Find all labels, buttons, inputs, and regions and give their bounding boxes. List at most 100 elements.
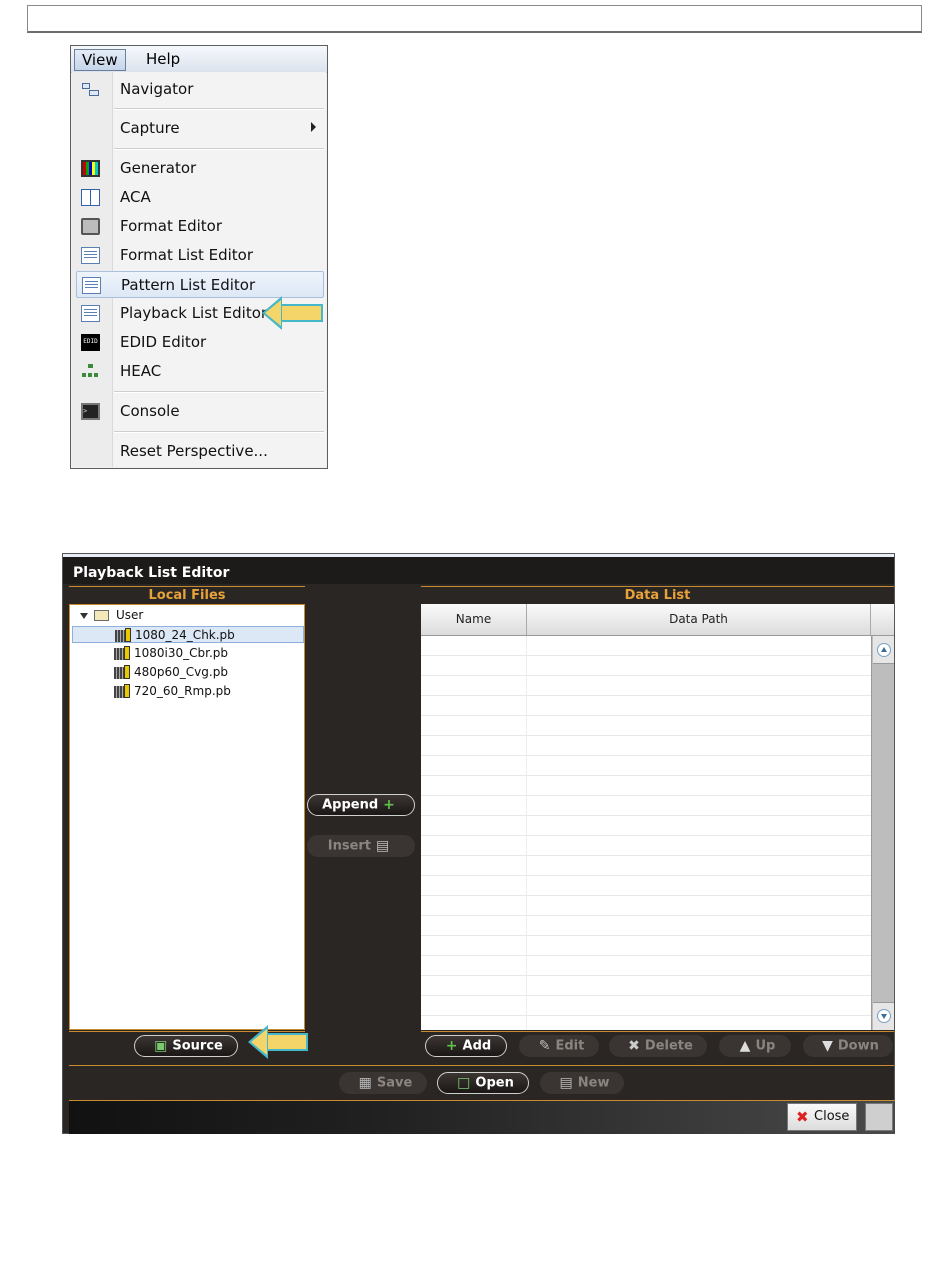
tree-file-item[interactable]: 480p60_Cvg.pb xyxy=(72,664,304,681)
menu-item-generator[interactable]: Generator xyxy=(76,155,324,182)
insert-button[interactable]: Insert ▤ xyxy=(307,835,415,857)
menu-item-navigator[interactable]: Navigator xyxy=(76,76,324,103)
menu-item-label: ACA xyxy=(120,188,151,206)
menu-item-pattern-list-editor[interactable]: Pattern List Editor xyxy=(76,271,324,298)
page-header-band xyxy=(27,5,922,33)
menu-separator xyxy=(114,108,324,110)
source-button[interactable]: ▣ Source xyxy=(134,1035,238,1057)
save-icon: ▦ xyxy=(358,1075,372,1091)
tree-folder-user[interactable]: User xyxy=(70,607,304,624)
menu-item-edid-editor[interactable]: EDID EDID Editor xyxy=(76,329,324,356)
new-button[interactable]: ▤ New xyxy=(540,1072,624,1094)
source-icon: ▣ xyxy=(154,1038,168,1054)
add-button[interactable]: + Add xyxy=(425,1035,507,1057)
column-separator xyxy=(526,636,527,1030)
delete-button-label: Delete xyxy=(644,1038,693,1054)
navigator-icon xyxy=(81,81,100,98)
scroll-up-icon[interactable] xyxy=(877,643,891,657)
tree-file-item[interactable]: 720_60_Rmp.pb xyxy=(72,683,304,700)
local-files-tree[interactable]: User 1080_24_Chk.pb 1080i30_Cbr.pb 480p6… xyxy=(69,604,305,1030)
new-file-icon: ▤ xyxy=(559,1075,573,1091)
tree-file-label: 1080_24_Chk.pb xyxy=(135,628,235,642)
close-button-label: Close xyxy=(814,1109,850,1124)
local-files-header: Local Files xyxy=(148,588,226,603)
menu-item-heac[interactable]: HEAC xyxy=(76,358,324,385)
edit-icon: ✎ xyxy=(538,1038,551,1054)
menu-item-console[interactable]: > Console xyxy=(76,398,324,425)
playback-file-icon xyxy=(114,665,132,679)
append-button[interactable]: Append + xyxy=(307,794,415,816)
open-button[interactable]: □ Open xyxy=(437,1072,529,1094)
menu-item-label: Playback List Editor xyxy=(120,304,268,322)
add-button-label: Add xyxy=(462,1038,492,1054)
insert-icon: ▤ xyxy=(376,838,390,854)
open-button-label: Open xyxy=(475,1075,514,1091)
view-menu-screenshot: View Help Navigator Capture Generator AC… xyxy=(70,45,328,469)
menu-item-label: Capture xyxy=(120,119,180,137)
aca-icon xyxy=(81,189,100,206)
menu-item-label: HEAC xyxy=(120,362,162,380)
edid-icon: EDID xyxy=(81,334,100,351)
data-list-header: Data List xyxy=(624,588,691,603)
data-list-table[interactable]: Name Data Path xyxy=(421,604,894,1030)
expand-triangle-icon[interactable] xyxy=(80,613,88,619)
menu-item-label: Pattern List Editor xyxy=(121,276,256,294)
menu-item-format-editor[interactable]: Format Editor xyxy=(76,213,324,240)
menu-item-label: Format List Editor xyxy=(120,246,254,264)
list-icon xyxy=(81,305,100,322)
heac-icon xyxy=(81,363,100,380)
menu-bar: View Help xyxy=(71,46,327,73)
list-icon xyxy=(82,277,101,294)
editor-status-bar xyxy=(69,1100,895,1134)
tree-file-label: 480p60_Cvg.pb xyxy=(134,665,228,679)
menu-item-format-list-editor[interactable]: Format List Editor xyxy=(76,242,324,269)
vertical-scrollbar[interactable] xyxy=(871,636,894,1030)
menu-item-capture[interactable]: Capture xyxy=(76,115,324,142)
playback-list-editor-window: Playback List Editor Local Files Data Li… xyxy=(62,553,895,1134)
delete-icon: ✖ xyxy=(628,1038,640,1054)
menu-view[interactable]: View xyxy=(74,49,126,71)
divider xyxy=(69,1065,894,1066)
tree-file-item[interactable]: 1080_24_Chk.pb xyxy=(72,626,304,643)
menu-help[interactable]: Help xyxy=(139,49,187,69)
new-button-label: New xyxy=(577,1075,610,1091)
table-body-empty-rows[interactable] xyxy=(421,636,871,1030)
column-header-name[interactable]: Name xyxy=(421,604,527,635)
column-header-data-path[interactable]: Data Path xyxy=(527,604,871,635)
delete-button[interactable]: ✖ Delete xyxy=(609,1035,707,1057)
up-button[interactable]: ▲ Up xyxy=(719,1035,791,1057)
editor-title: Playback List Editor xyxy=(73,565,230,581)
save-button[interactable]: ▦ Save xyxy=(339,1072,427,1094)
tree-file-label: 720_60_Rmp.pb xyxy=(134,684,231,698)
menu-separator xyxy=(114,431,324,433)
edit-button[interactable]: ✎ Edit xyxy=(519,1035,599,1057)
tree-folder-label: User xyxy=(116,608,144,622)
menu-item-label: EDID Editor xyxy=(120,333,207,351)
scroll-down-area[interactable] xyxy=(873,1002,894,1030)
close-button[interactable]: ✖ Close xyxy=(787,1103,857,1131)
playback-file-icon xyxy=(114,646,132,660)
down-button[interactable]: ▼ Down xyxy=(803,1035,893,1057)
submenu-arrow-icon xyxy=(311,122,316,132)
tree-file-item[interactable]: 1080i30_Cbr.pb xyxy=(72,645,304,662)
menu-item-label: Navigator xyxy=(120,80,194,98)
format-editor-icon xyxy=(81,218,100,235)
menu-item-reset-perspective[interactable]: Reset Perspective... xyxy=(76,438,324,465)
plus-icon: + xyxy=(383,797,395,813)
menu-item-label: Generator xyxy=(120,159,197,177)
scroll-up-area[interactable] xyxy=(873,636,894,664)
source-button-label: Source xyxy=(172,1038,223,1054)
console-icon: > xyxy=(81,403,100,420)
tree-file-label: 1080i30_Cbr.pb xyxy=(134,646,229,660)
table-header: Name Data Path xyxy=(421,604,894,636)
up-arrow-icon: ▲ xyxy=(739,1038,751,1054)
editor-titlebar: Playback List Editor xyxy=(63,554,894,584)
menu-item-aca[interactable]: ACA xyxy=(76,184,324,211)
insert-button-label: Insert xyxy=(327,838,372,854)
scroll-down-icon[interactable] xyxy=(877,1009,891,1023)
callout-arrow-icon xyxy=(262,296,323,330)
open-folder-icon: □ xyxy=(457,1075,471,1091)
generator-icon xyxy=(81,160,100,177)
menu-separator xyxy=(114,148,324,150)
menu-item-label: Format Editor xyxy=(120,217,223,235)
